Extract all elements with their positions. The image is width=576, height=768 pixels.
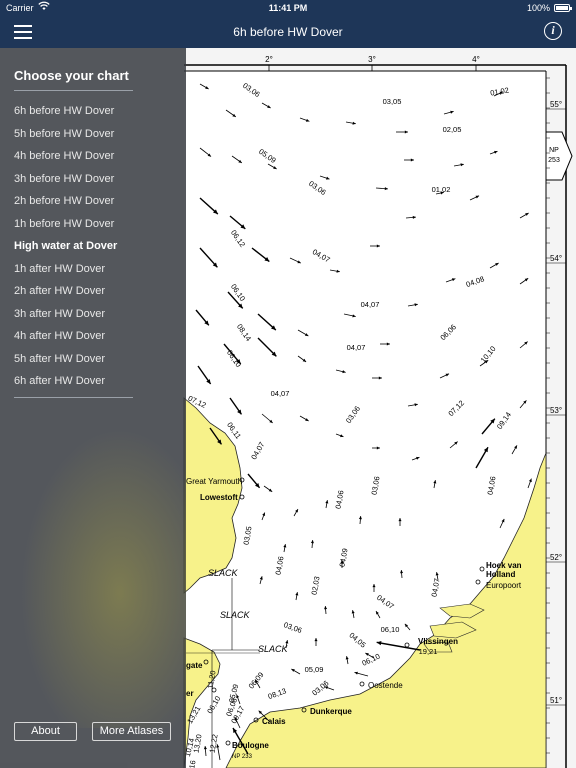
nav-bar: 6h before HW Dover i xyxy=(0,16,576,48)
chart-option[interactable]: 2h before HW Dover xyxy=(14,190,179,213)
tide-rate-label: 19,21 xyxy=(419,647,438,656)
np-tab-line2: 253 xyxy=(548,157,560,164)
longitude-label: 3° xyxy=(368,55,376,64)
latitude-label: 52° xyxy=(550,553,562,562)
about-button[interactable]: About xyxy=(14,722,77,741)
tide-rate-label: 02,05 xyxy=(443,125,462,134)
drawer-heading: Choose your chart xyxy=(14,68,129,83)
divider xyxy=(14,90,133,91)
np-tab-line1: NP xyxy=(549,147,559,154)
place-label: gate xyxy=(186,661,203,670)
tide-rate-label: 04,07 xyxy=(347,343,366,352)
chart-option[interactable]: 3h after HW Dover xyxy=(14,303,179,326)
tide-rate-label: 05,09 xyxy=(305,665,324,674)
place-label: Great Yarmouth xyxy=(186,477,242,486)
place-label: Europoort xyxy=(486,581,522,590)
place-label: Holland xyxy=(486,570,515,579)
longitude-label: 2° xyxy=(265,55,273,64)
place-label: Oostende xyxy=(368,681,403,690)
chart-option[interactable]: 1h after HW Dover xyxy=(14,258,179,281)
latitude-label: 54° xyxy=(550,254,562,263)
status-bar: Carrier 11:41 PM 100% xyxy=(0,0,576,16)
latitude-label: 51° xyxy=(550,696,562,705)
chart-option[interactable]: 2h after HW Dover xyxy=(14,280,179,303)
chart-option[interactable]: 4h after HW Dover xyxy=(14,325,179,348)
tide-rate-label: 01,02 xyxy=(432,185,451,194)
longitude-label: 4° xyxy=(472,55,480,64)
chart-option[interactable]: High water at Dover xyxy=(14,235,179,258)
chart-option[interactable]: 5h after HW Dover xyxy=(14,348,179,371)
place-label: Calais xyxy=(262,717,286,726)
place-label: Boulogne xyxy=(232,741,269,750)
slack-label: SLACK xyxy=(220,610,251,620)
chart-option[interactable]: 6h after HW Dover xyxy=(14,370,179,393)
slack-label: SLACK xyxy=(208,568,239,578)
latitude-label: 55° xyxy=(550,100,562,109)
more-atlases-button[interactable]: More Atlases xyxy=(92,722,171,741)
slack-label: SLACK xyxy=(258,644,289,654)
place-label: Lowestoft xyxy=(200,493,238,502)
chart-option[interactable]: 5h before HW Dover xyxy=(14,123,179,146)
place-label: Hoek van xyxy=(486,561,522,570)
battery-icon xyxy=(554,4,572,12)
np-233-label: NP 233 xyxy=(232,754,253,760)
tide-rate-label: 06,10 xyxy=(381,625,400,634)
divider xyxy=(14,397,133,398)
chart-option[interactable]: 6h before HW Dover xyxy=(14,100,179,123)
battery-percent: 100% xyxy=(526,3,550,13)
chart-option[interactable]: 4h before HW Dover xyxy=(14,145,179,168)
tide-rate-label: 04,07 xyxy=(271,389,290,398)
place-label: Vlissingen xyxy=(418,637,458,646)
chart-selector-drawer: Choose your chart 6h before HW Dover 5h b… xyxy=(0,48,186,768)
chart-list: 6h before HW Dover 5h before HW Dover 4h b… xyxy=(14,100,179,393)
info-icon[interactable]: i xyxy=(544,22,562,40)
latitude-label: 53° xyxy=(550,406,562,415)
place-label: er xyxy=(186,689,194,698)
tide-rate-label: 04,07 xyxy=(361,300,380,309)
chart-option[interactable]: 3h before HW Dover xyxy=(14,168,179,191)
tide-rate-label: 03,05 xyxy=(383,97,402,106)
app-root: Carrier 11:41 PM 100% 6h before HW Dover… xyxy=(0,0,576,768)
clock: 11:41 PM xyxy=(268,3,308,13)
chart-option[interactable]: 1h before HW Dover xyxy=(14,213,179,236)
page-title: 6h before HW Dover xyxy=(233,25,343,39)
place-label: Dunkerque xyxy=(310,707,352,716)
